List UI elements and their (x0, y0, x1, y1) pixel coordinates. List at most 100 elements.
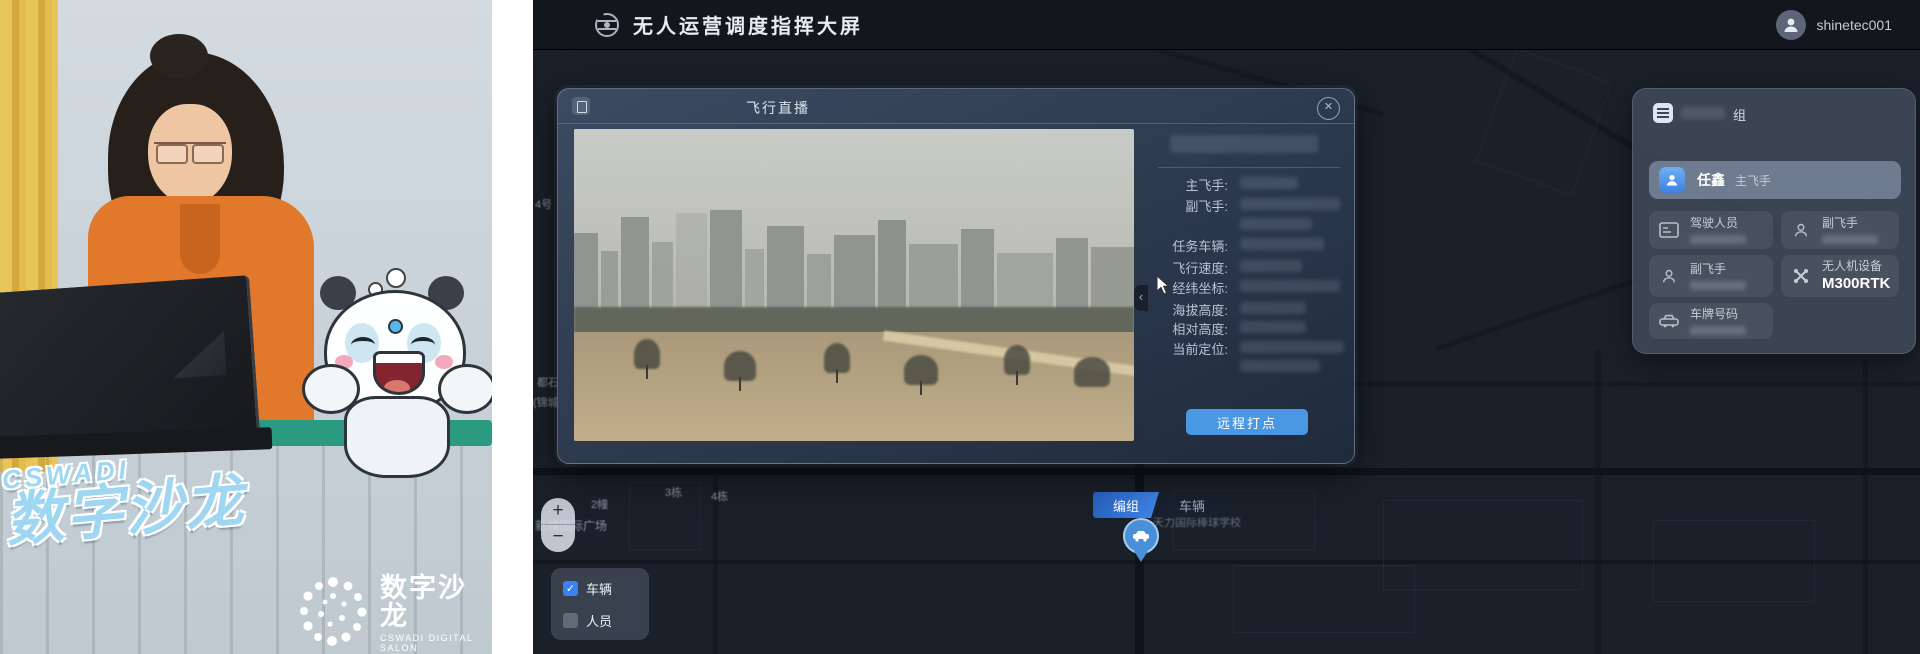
card-copilot-1[interactable]: 副飞手 (1781, 211, 1899, 249)
dotted-spiral-logo (296, 574, 370, 652)
tree-line (574, 307, 1134, 335)
map-block (1653, 520, 1815, 602)
top-bar: 无人运营调度指挥大屏 shinetec001 (533, 0, 1920, 49)
brand-lockup: 数字沙龙 CSWADI DIGITAL SALON 四川省数字化转型促进中心 传… (296, 574, 492, 654)
check-icon: ✓ (566, 582, 575, 595)
person-icon (1657, 264, 1681, 288)
vehicle-map-pin[interactable] (1123, 518, 1157, 564)
card-plate[interactable]: 车牌号码 (1649, 303, 1773, 339)
mascot-arm (438, 364, 492, 414)
redacted-mission-title (1170, 135, 1318, 153)
id-card-icon (1657, 218, 1681, 242)
zoom-in-button[interactable]: + (541, 498, 575, 524)
card-label: 副飞手 (1690, 262, 1746, 278)
mascot-body (344, 396, 450, 478)
member-role: 主飞手 (1735, 172, 1771, 189)
redacted-value (1240, 280, 1340, 292)
field-label-pilot: 主飞手: (1150, 175, 1228, 194)
car-icon (1132, 530, 1150, 542)
tab-vehicle[interactable]: 车辆 (1159, 492, 1225, 518)
map-mode-tabs: 编组 车辆 (1093, 492, 1225, 518)
speech-bubble (386, 268, 406, 288)
redacted-value (1690, 281, 1746, 290)
map-label: (锦城 (533, 394, 559, 410)
card-copilot-2[interactable]: 副飞手 (1649, 255, 1773, 297)
presenter-hair (150, 34, 208, 78)
card-label: 车牌号码 (1690, 307, 1746, 323)
member-row[interactable]: 任鑫 主飞手 (1649, 161, 1901, 199)
map-label: 3栋 (665, 484, 682, 500)
field-label-relative: 相对高度: (1150, 319, 1228, 338)
city-skyline (574, 204, 1134, 316)
dispatch-dashboard: 4号 都石 (锦城 2幢 新城国际广场 3栋 4栋 天力国际棒球学校 无人运营调… (533, 0, 1920, 654)
map-road (1595, 350, 1601, 654)
flight-live-modal: 飞行直播 ✕ (557, 88, 1355, 464)
car-icon (1657, 309, 1681, 333)
modal-title: 飞行直播 (746, 98, 810, 118)
member-avatar-icon (1659, 167, 1685, 193)
card-drone-device[interactable]: 无人机设备M300RTK (1781, 255, 1899, 297)
team-group-panel: 组 任鑫 主飞手 驾驶人员 副飞手 副飞手 (1632, 88, 1916, 354)
mascot-mouth (373, 351, 425, 395)
redacted-value (1240, 302, 1306, 314)
drone-icon (1789, 264, 1813, 288)
field-label-vehicle: 任务车辆: (1150, 236, 1228, 255)
person-icon (1789, 218, 1813, 242)
card-label: 无人机设备 (1822, 259, 1890, 275)
collapse-panel-icon[interactable]: ‹ (1134, 285, 1148, 311)
tab-group[interactable]: 编组 (1093, 492, 1159, 518)
layer-label: 人员 (586, 611, 612, 630)
app-logo-icon (593, 11, 621, 39)
mascot-cheek (435, 355, 453, 369)
checkbox-checked[interactable]: ✓ (563, 581, 578, 596)
zoom-out-button[interactable]: − (541, 524, 575, 549)
redacted-value (1240, 177, 1298, 189)
user-avatar[interactable] (1776, 10, 1806, 40)
divider (1158, 167, 1340, 168)
map-block (1383, 500, 1583, 590)
map-road (533, 468, 1920, 475)
redacted-group-name (1681, 107, 1725, 119)
video-doc-icon (572, 97, 590, 115)
card-driver[interactable]: 驾驶人员 (1649, 211, 1773, 249)
drone-live-video[interactable] (574, 129, 1134, 441)
field-label-altitude: 海拔高度: (1150, 300, 1228, 319)
presenter-glasses (154, 142, 226, 164)
map-label: 都石 (537, 374, 559, 390)
layer-toggle-panel: ✓ 车辆 人员 (551, 568, 649, 640)
mascot-eye (351, 337, 375, 353)
redacted-value (1240, 341, 1344, 353)
group-title: 组 (1733, 105, 1746, 124)
brand-title: 数字沙龙 (380, 574, 492, 631)
map-label: 4号 (535, 196, 552, 212)
layer-toggle-person[interactable]: 人员 (563, 612, 612, 628)
username[interactable]: shinetec001 (1816, 17, 1892, 33)
modal-header: 飞行直播 ✕ (558, 89, 1354, 124)
tree (1074, 357, 1110, 387)
remote-mark-button[interactable]: 远程打点 (1186, 409, 1308, 435)
map-road (1863, 360, 1868, 654)
redacted-value (1690, 326, 1746, 335)
mouse-cursor (1156, 275, 1172, 295)
map-zoom-control: + − (541, 498, 575, 552)
field-label-copilot: 副飞手: (1150, 196, 1228, 215)
person-icon (1782, 16, 1800, 34)
redacted-value (1240, 260, 1302, 272)
drone-model: M300RTK (1822, 275, 1890, 293)
member-name: 任鑫 (1697, 170, 1725, 190)
page-title: 无人运营调度指挥大屏 (633, 10, 863, 39)
checkbox-unchecked[interactable] (563, 613, 578, 628)
layer-toggle-vehicle[interactable]: ✓ 车辆 (563, 580, 612, 596)
close-icon[interactable]: ✕ (1317, 97, 1340, 120)
map-label: 4栋 (711, 488, 728, 504)
redacted-value (1240, 198, 1340, 210)
card-label: 驾驶人员 (1690, 216, 1746, 232)
redacted-value (1240, 238, 1324, 250)
redacted-value (1822, 235, 1878, 244)
redacted-value (1240, 218, 1312, 230)
field-label-position: 当前定位: (1150, 339, 1228, 358)
mascot-forehead-dot (388, 319, 403, 334)
group-icon (1653, 103, 1673, 123)
redacted-value (1240, 321, 1306, 333)
layer-label: 车辆 (586, 579, 612, 598)
